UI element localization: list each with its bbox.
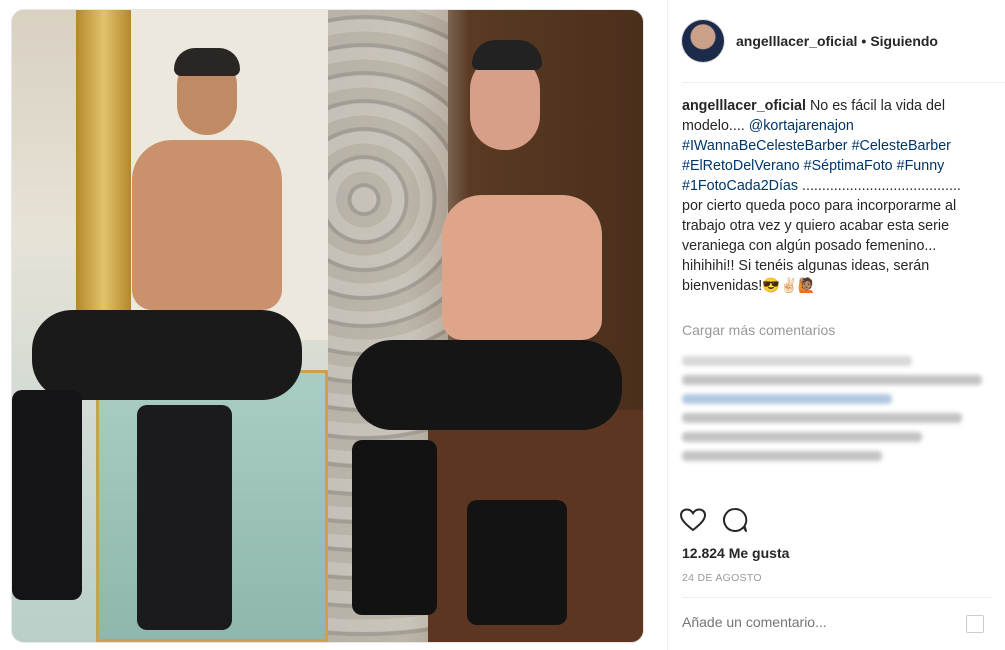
post-date: 24 DE AGOSTO [682, 572, 762, 584]
post-header: angelllacer_oficial • Siguiendo [682, 16, 938, 66]
gold-frame [76, 10, 131, 350]
more-icon[interactable] [966, 615, 984, 633]
post-caption: angelllacer_oficial No es fácil la vida … [682, 96, 978, 296]
post-image-container [0, 0, 660, 650]
hashtag-link[interactable]: #ElRetoDelVerano [682, 158, 800, 174]
hashtag-link[interactable]: #IWannaBeCelesteBarber [682, 138, 848, 154]
right-model-boot [467, 500, 567, 625]
left-model-torso [132, 140, 282, 310]
right-model-legs [352, 340, 622, 430]
caption-username[interactable]: angelllacer_oficial [682, 98, 806, 114]
comment-icon[interactable] [722, 507, 748, 538]
left-model-boot [137, 405, 232, 630]
blurred-comments [682, 347, 992, 497]
separator-dot: • [861, 33, 867, 49]
divider [682, 597, 992, 598]
username-link[interactable]: angelllacer_oficial [736, 33, 857, 49]
avatar[interactable] [682, 20, 724, 62]
hashtag-link[interactable]: #Funny [897, 158, 945, 174]
heart-icon[interactable] [679, 507, 707, 537]
left-model-legs [32, 310, 302, 400]
caption-text-continued: ........................................… [682, 178, 961, 294]
divider [682, 82, 1005, 83]
hashtag-link[interactable]: #1FotoCada2Días [682, 178, 798, 194]
likes-count[interactable]: 12.824 Me gusta [682, 545, 789, 561]
comment-input[interactable] [682, 614, 942, 630]
action-bar [679, 507, 748, 538]
mention-link[interactable]: @kortajarenajon [749, 118, 854, 134]
follow-button[interactable]: Siguiendo [870, 33, 938, 49]
load-more-comments[interactable]: Cargar más comentarios [682, 322, 835, 338]
right-model-hair [472, 40, 542, 70]
left-model-hair [174, 48, 240, 76]
left-model-boot [12, 390, 82, 600]
right-model-boot [352, 440, 437, 615]
hashtag-link[interactable]: #CelesteBarber [852, 138, 951, 154]
hashtag-link[interactable]: #SéptimaFoto [804, 158, 893, 174]
post-sidebar: angelllacer_oficial • Siguiendo angellla… [667, 0, 1005, 650]
right-model-torso [442, 195, 602, 340]
post-photo[interactable] [12, 10, 643, 642]
